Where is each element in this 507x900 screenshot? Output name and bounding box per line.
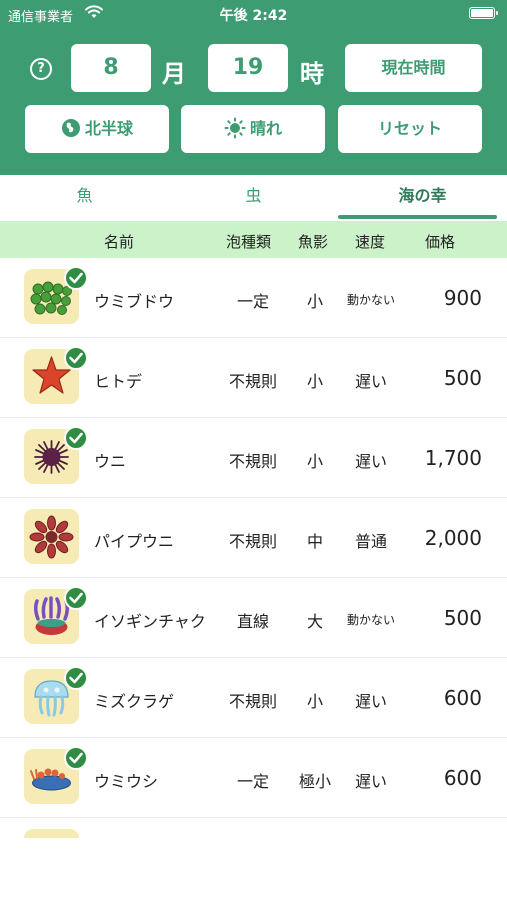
column-price[interactable]: 価格 [425,231,455,252]
item-price: 900 [443,286,482,310]
column-speed[interactable]: 速度 [355,231,385,252]
column-header: 名前 泡種類 魚影 速度 価格 [0,221,507,258]
item-bubble: 不規則 [228,372,277,391]
month-selector[interactable]: 8 [71,44,151,92]
list-item-partial[interactable] [0,818,507,838]
item-name: ヒトデ [94,372,143,391]
item-speed: 動かない [346,613,395,627]
item-speed: 遅い [354,372,387,391]
column-shadow[interactable]: 魚影 [298,231,328,252]
caught-check-icon [64,666,88,690]
item-shadow: 小 [306,692,323,711]
current-time-button[interactable]: 現在時間 [345,44,482,92]
header: 通信事業者 午後 2:42 ? 8 月 19 時 現在時間 北半球 晴れ リセッ… [0,0,507,175]
weather-button[interactable]: 晴れ [181,105,325,153]
item-name: ウニ [94,452,127,471]
list-item[interactable]: ウミウシ 一定 極小 遅い 600 [0,738,507,818]
item-price: 500 [443,366,482,390]
item-speed: 普通 [354,532,387,551]
selected-tab-indicator [338,215,497,219]
caught-check-icon [64,346,88,370]
item-price: 500 [443,606,482,630]
item-shadow: 極小 [298,772,331,791]
item-speed: 動かない [346,293,395,307]
item-price: 600 [443,686,482,710]
item-shadow: 中 [306,532,323,551]
item-name: パイプウニ [94,532,175,551]
item-name: ウミウシ [94,772,159,791]
item-bubble: 不規則 [228,452,277,471]
hemisphere-button[interactable]: 北半球 [25,105,169,153]
item-bubble: 一定 [236,292,269,311]
item-shadow: 小 [306,372,323,391]
tab-fish[interactable]: 魚 [0,175,169,221]
hour-unit-label: 時 [300,60,324,88]
creature-list[interactable]: ウミブドウ 一定 小 動かない 900 ヒトデ 不規則 小 遅い 500 ウニ … [0,258,507,838]
tab-bugs[interactable]: 虫 [169,175,338,221]
item-price: 600 [443,766,482,790]
hemisphere-label: 北半球 [84,119,133,138]
help-button[interactable]: ? [30,58,52,80]
item-shadow: 小 [306,292,323,311]
list-item[interactable]: ウミブドウ 一定 小 動かない 900 [0,258,507,338]
list-item[interactable]: イソギンチャク 直線 大 動かない 500 [0,578,507,658]
category-tabs: 魚 虫 海の幸 [0,175,507,221]
item-shadow: 小 [306,452,323,471]
caught-check-icon [64,586,88,610]
item-speed: 遅い [354,692,387,711]
item-speed: 遅い [354,452,387,471]
item-name: ミズクラゲ [94,692,175,711]
item-bubble: 一定 [236,772,269,791]
sun-icon [224,117,246,139]
list-item[interactable]: パイプウニ 不規則 中 普通 2,000 [0,498,507,578]
status-bar: 通信事業者 午後 2:42 [0,0,507,28]
status-time: 午後 2:42 [219,8,288,24]
hour-selector[interactable]: 19 [208,44,288,92]
item-name: イソギンチャク [94,612,206,631]
column-bubble[interactable]: 泡種類 [226,231,271,252]
month-unit-label: 月 [162,60,186,88]
item-bubble: 直線 [236,612,269,631]
list-item[interactable]: ヒトデ 不規則 小 遅い 500 [0,338,507,418]
caught-check-icon [64,426,88,450]
item-price: 2,000 [424,526,482,550]
reset-button[interactable]: リセット [338,105,482,153]
item-bubble: 不規則 [228,532,277,551]
item-price: 1,700 [424,446,482,470]
weather-label: 晴れ [249,119,282,138]
item-shadow: 大 [306,612,323,631]
column-name[interactable]: 名前 [104,231,134,252]
globe-icon [61,119,80,137]
item-name: ウミブドウ [94,292,175,311]
caught-check-icon [64,266,88,290]
list-item[interactable]: ウニ 不規則 小 遅い 1,700 [0,418,507,498]
item-speed: 遅い [354,772,387,791]
partial-item-icon [24,829,79,838]
caught-check-icon [64,746,88,770]
battery-icon [469,7,498,19]
slate-pencil-urchin-icon [24,509,79,564]
item-bubble: 不規則 [228,692,277,711]
list-item[interactable]: ミズクラゲ 不規則 小 遅い 600 [0,658,507,738]
